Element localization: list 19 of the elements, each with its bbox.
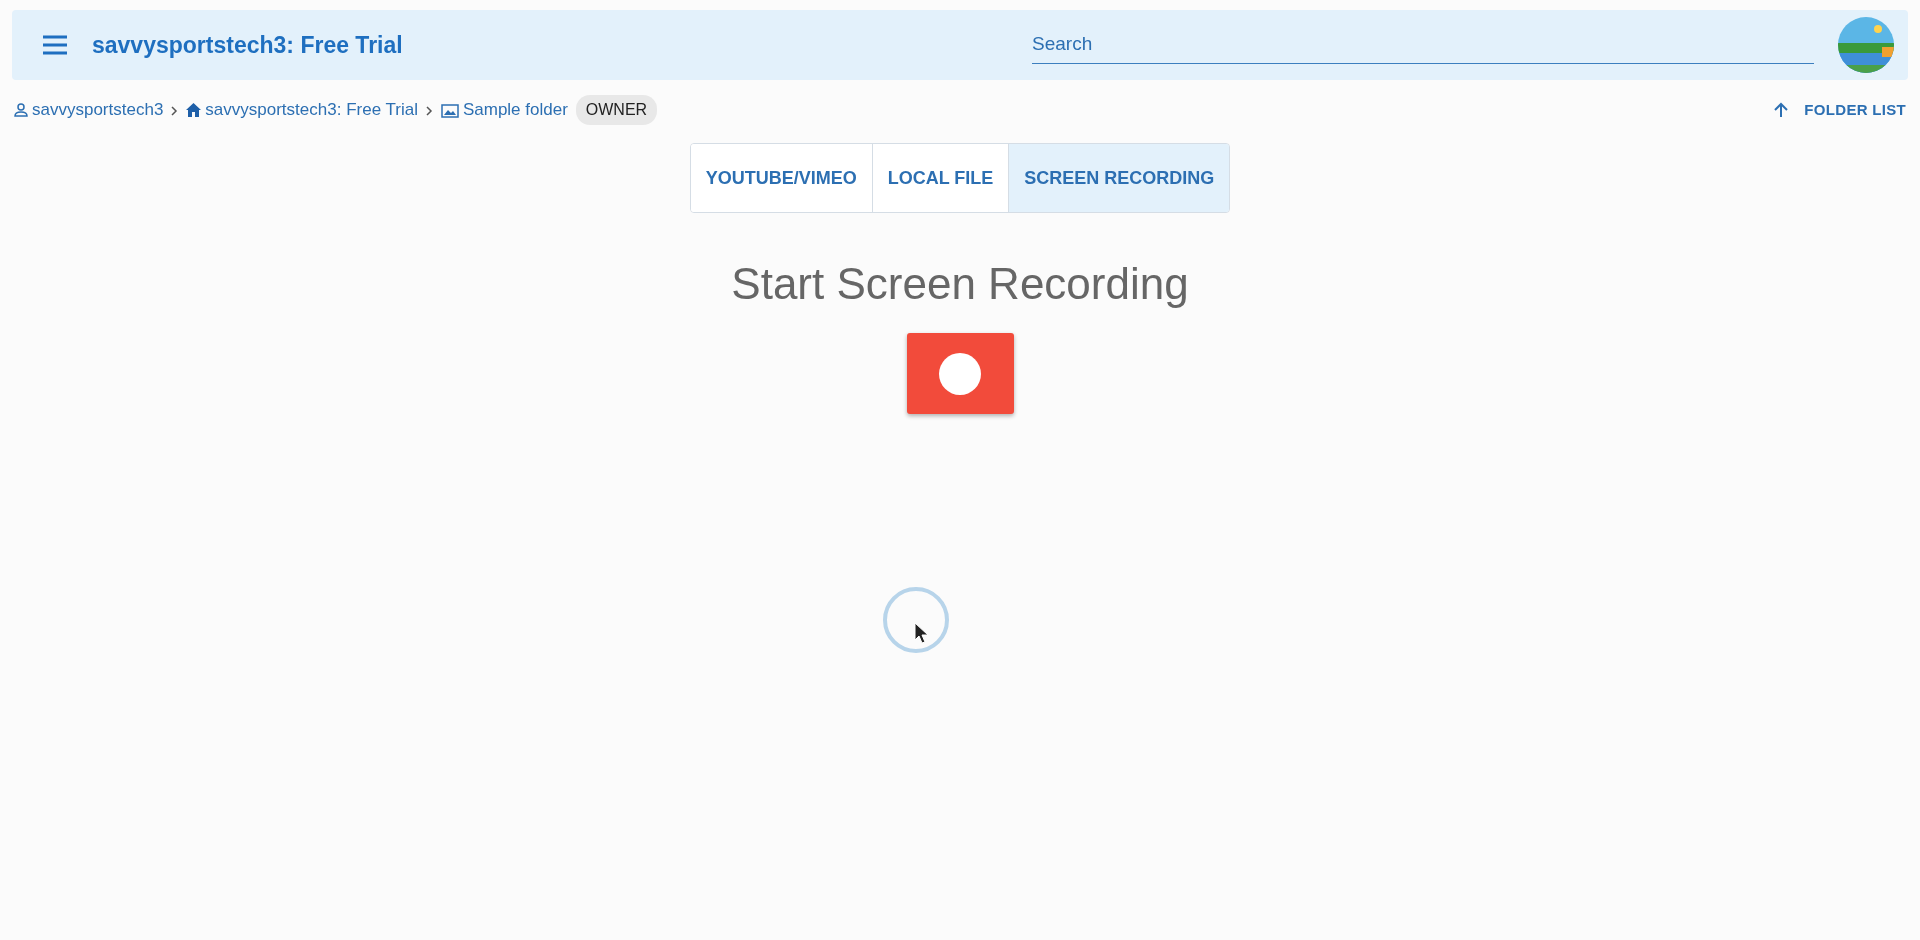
record-icon — [939, 352, 981, 395]
image-folder-icon — [440, 102, 459, 118]
search-field[interactable]: Search — [1032, 26, 1814, 64]
tab[interactable]: LOCAL FILE — [872, 144, 1010, 212]
record-button[interactable] — [906, 333, 1014, 414]
folder-list-link[interactable]: FOLDER LIST — [1774, 98, 1906, 122]
app-title: savvysportstech3: Free Trial — [92, 30, 403, 60]
avatar-landscape-icon[interactable] — [1838, 17, 1894, 73]
home-icon — [186, 103, 202, 117]
breadcrumb-link[interactable]: savvysportstech3: Free Trial — [186, 97, 418, 123]
page-heading: Start Screen Recording — [731, 258, 1189, 310]
tab[interactable]: YOUTUBE/VIMEO — [690, 144, 873, 212]
person-icon — [14, 103, 28, 117]
tab[interactable]: SCREEN RECORDING — [1009, 144, 1230, 212]
menu-icon[interactable] — [42, 35, 68, 55]
breadcrumb-link[interactable]: Sample folder — [440, 97, 568, 123]
arrow-up-icon — [1774, 102, 1789, 118]
role-badge: OWNER — [575, 95, 658, 125]
breadcrumb-link[interactable]: savvysportstech3 — [14, 97, 164, 123]
